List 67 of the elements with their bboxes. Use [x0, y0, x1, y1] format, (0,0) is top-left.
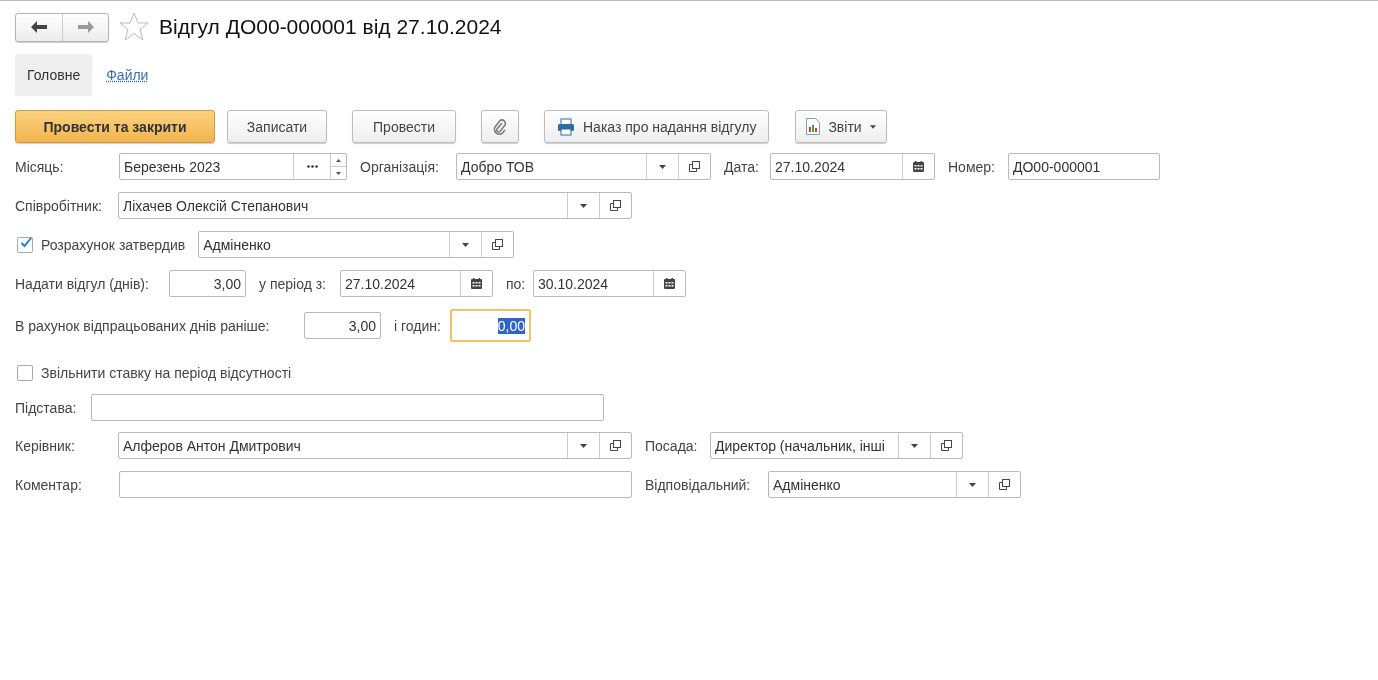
caret-icon	[659, 164, 666, 169]
printer-icon	[557, 117, 575, 136]
input-field[interactable]: ДО00-000001	[1008, 153, 1160, 180]
left-arrow-icon	[31, 21, 47, 33]
calendar-icon	[664, 278, 675, 289]
input-field[interactable]	[119, 471, 632, 498]
field-label: Керівник:	[15, 437, 76, 454]
caret-icon	[969, 482, 976, 487]
open-icon	[610, 200, 621, 211]
open-icon	[492, 239, 504, 250]
number-field[interactable]: 0,00	[450, 309, 531, 342]
dropdown-field[interactable]: Директор (начальник, інші	[710, 432, 963, 459]
field-label: Підстава:	[15, 399, 78, 416]
month-field[interactable]: Березень 2023	[119, 153, 347, 180]
calendar-icon	[913, 161, 924, 172]
attach-button[interactable]	[481, 110, 519, 143]
caret-icon	[462, 242, 470, 247]
post-and-close-button[interactable]: Провести та закрити	[15, 110, 215, 143]
dropdown-field[interactable]: Добро ТОВ	[456, 153, 711, 180]
print-button[interactable]: Наказ про надання відгулу	[544, 110, 770, 143]
dropdown-field[interactable]: Адміненко	[198, 231, 515, 258]
star-icon[interactable]	[119, 12, 149, 42]
date-field[interactable]: 30.10.2024	[533, 270, 686, 297]
field-label: В рахунок відпрацьованих днів раніше:	[15, 317, 271, 334]
open-icon	[941, 440, 952, 451]
field-label: Місяць:	[15, 158, 65, 175]
dropdown-field[interactable]: Ліхачев Олексій Степанович	[118, 192, 632, 219]
field-label: Співробітник:	[15, 197, 103, 214]
up-caret-icon	[336, 158, 341, 162]
dropdown-field[interactable]: Алферов Антон Дмитрович	[118, 432, 632, 459]
checkbox[interactable]: Звільнити ставку на період відсутності	[17, 364, 292, 381]
field-label: Організація:	[360, 158, 440, 175]
reports-menu-button[interactable]: Звіти	[795, 110, 887, 143]
right-arrow-icon	[77, 21, 94, 33]
open-icon	[689, 161, 700, 172]
input-field[interactable]	[91, 394, 604, 421]
window-title: Відгул ДО00-000001 від 27.10.2024	[159, 15, 502, 39]
report-icon	[806, 118, 821, 135]
caret-icon	[336, 171, 341, 175]
open-icon	[999, 479, 1010, 490]
dropdown-field[interactable]: Адміненко	[768, 471, 1021, 498]
checkbox[interactable]: Розрахунок затвердив	[17, 236, 186, 253]
number-field[interactable]: 3,00	[304, 312, 381, 339]
toolbar-button[interactable]: Провести	[352, 110, 456, 143]
tab[interactable]: Головне	[15, 54, 93, 96]
number-field[interactable]: 3,00	[169, 270, 246, 297]
date-field[interactable]: 27.10.2024	[340, 270, 493, 297]
field-label: і годин:	[394, 317, 442, 334]
calendar-icon	[471, 278, 482, 289]
field-label: Дата:	[724, 158, 760, 175]
field-label: Посада:	[645, 437, 699, 454]
caret-icon	[580, 443, 587, 448]
field-label: по:	[506, 275, 527, 292]
date-field[interactable]: 27.10.2024	[770, 153, 935, 180]
field-label: Коментар:	[15, 476, 83, 493]
field-label: Номер:	[948, 158, 996, 175]
field-label: у період з:	[259, 275, 327, 292]
field-label: Надати відгул (днів):	[15, 275, 150, 292]
caret-icon	[580, 203, 587, 208]
tab[interactable]: Файли	[106, 54, 149, 96]
ellipsis-icon	[306, 165, 318, 168]
field-label: Відповідальний:	[645, 476, 752, 493]
caret-icon	[869, 124, 876, 129]
paperclip-icon	[493, 118, 507, 135]
open-icon	[610, 440, 621, 451]
caret-icon	[911, 443, 918, 448]
toolbar-button[interactable]: Записати	[227, 110, 327, 143]
